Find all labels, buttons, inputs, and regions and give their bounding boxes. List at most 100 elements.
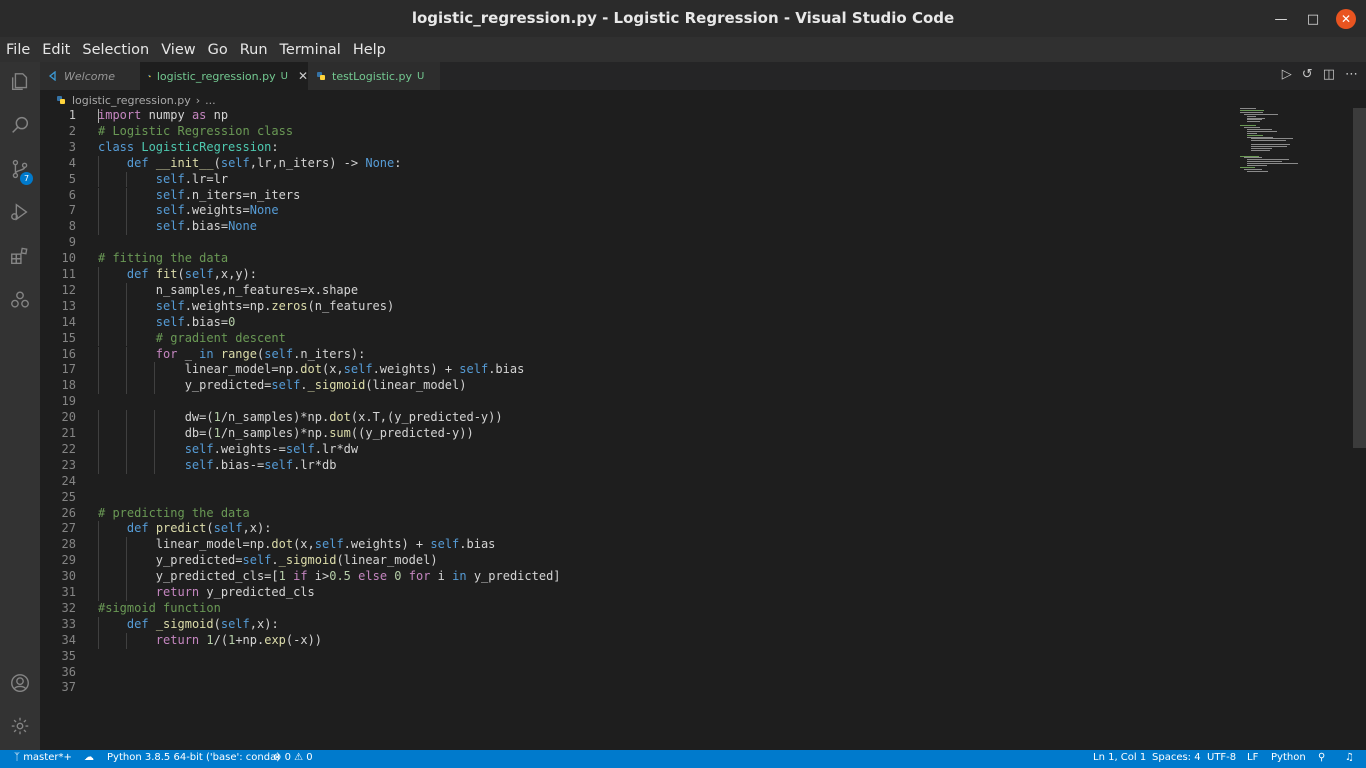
indent-guide bbox=[98, 219, 99, 236]
menu-help[interactable]: Help bbox=[353, 42, 386, 58]
end-of-line[interactable]: LF bbox=[1247, 752, 1258, 763]
code-line[interactable]: 15 # gradient descent bbox=[40, 331, 1240, 347]
menu-edit[interactable]: Edit bbox=[42, 42, 70, 58]
minimap[interactable] bbox=[1240, 108, 1352, 178]
code-line[interactable]: 10 # fitting the data bbox=[40, 251, 1240, 267]
code-line[interactable]: 32 #sigmoid function bbox=[40, 601, 1240, 617]
code-line[interactable]: 28 linear_model=np.dot(x,self.weights) +… bbox=[40, 537, 1240, 553]
code-line[interactable]: 5 self.lr=lr bbox=[40, 172, 1240, 188]
code-line[interactable]: 29 y_predicted=self._sigmoid(linear_mode… bbox=[40, 553, 1240, 569]
close-tab-icon[interactable]: ✕ bbox=[298, 69, 308, 83]
tab-label: testLogistic.py bbox=[332, 69, 412, 83]
split-editor-icon[interactable]: ◫ bbox=[1323, 67, 1335, 82]
code-editor[interactable]: 1 import numpy as np 2 # Logistic Regressio… bbox=[40, 108, 1240, 748]
code-line[interactable]: 11 def fit(self,x,y): bbox=[40, 267, 1240, 283]
breadcrumb-file[interactable]: logistic_regression.py bbox=[72, 94, 191, 107]
sync-icon[interactable]: ☁ bbox=[84, 752, 94, 763]
search-icon[interactable] bbox=[0, 105, 40, 145]
account-icon[interactable] bbox=[0, 663, 40, 703]
tab-welcome[interactable]: Welcome bbox=[40, 62, 140, 90]
code-line[interactable]: 16 for _ in range(self.n_iters): bbox=[40, 347, 1240, 363]
indent-guide bbox=[98, 632, 99, 649]
close-window-icon[interactable]: ✕ bbox=[1336, 9, 1356, 29]
code-line[interactable]: 30 y_predicted_cls=[1 if i>0.5 else 0 fo… bbox=[40, 569, 1240, 585]
open-changes-icon[interactable]: ↺ bbox=[1302, 67, 1313, 82]
code-line[interactable]: 34 return 1/(1+np.exp(-x)) bbox=[40, 633, 1240, 649]
menu-view[interactable]: View bbox=[161, 42, 195, 58]
code-line[interactable]: 18 y_predicted=self._sigmoid(linear_mode… bbox=[40, 378, 1240, 394]
code-line[interactable]: 37 bbox=[40, 680, 1240, 696]
branch-status[interactable]: ᛉ master*+ bbox=[14, 752, 72, 763]
code-line[interactable]: 25 bbox=[40, 490, 1240, 506]
remote-explorer-icon[interactable] bbox=[0, 280, 40, 320]
code-line[interactable]: 24 bbox=[40, 474, 1240, 490]
tab-logistic-regression[interactable]: logistic_regression.py U ✕ bbox=[140, 62, 308, 90]
code-line[interactable]: 17 linear_model=np.dot(x,self.weights) +… bbox=[40, 362, 1240, 378]
vertical-scrollbar[interactable] bbox=[1353, 108, 1366, 448]
indent-guide bbox=[126, 282, 128, 299]
code-line[interactable]: 9 bbox=[40, 235, 1240, 251]
language-mode[interactable]: Python bbox=[1271, 752, 1306, 763]
extensions-icon[interactable] bbox=[0, 236, 40, 276]
minimap-line bbox=[1250, 146, 1287, 147]
code-line[interactable]: 35 bbox=[40, 649, 1240, 665]
problems-status[interactable]: ⊗ 0 ⚠ 0 bbox=[273, 752, 313, 763]
indent-guide bbox=[154, 362, 156, 379]
encoding[interactable]: UTF-8 bbox=[1207, 752, 1236, 763]
code-line[interactable]: 6 self.n_iters=n_iters bbox=[40, 188, 1240, 204]
code-line[interactable]: 13 self.weights=np.zeros(n_features) bbox=[40, 299, 1240, 315]
code-line[interactable]: 21 db=(1/n_samples)*np.sum((y_predicted-… bbox=[40, 426, 1240, 442]
menu-selection[interactable]: Selection bbox=[82, 42, 149, 58]
code-line[interactable]: 14 self.bias=0 bbox=[40, 315, 1240, 331]
line-number: 29 bbox=[61, 553, 76, 568]
code-line[interactable]: 1 import numpy as np bbox=[40, 108, 1240, 124]
code-text: for _ in range(self.n_iters): bbox=[155, 346, 366, 361]
source-control-icon[interactable]: 7 bbox=[0, 149, 40, 189]
code-line[interactable]: 33 def _sigmoid(self,x): bbox=[40, 617, 1240, 633]
maximize-icon[interactable]: □ bbox=[1302, 8, 1324, 30]
indent-guide bbox=[154, 426, 156, 442]
minimap-line bbox=[1250, 144, 1291, 146]
tab-test-logistic[interactable]: testLogistic.py U bbox=[308, 62, 440, 90]
explorer-icon[interactable] bbox=[0, 62, 40, 102]
code-line[interactable]: 8 self.bias=None bbox=[40, 219, 1240, 235]
code-line[interactable]: 3 class LogisticRegression: bbox=[40, 140, 1240, 156]
indentation[interactable]: Spaces: 4 bbox=[1152, 752, 1201, 763]
line-number: 5 bbox=[68, 171, 76, 186]
more-actions-icon[interactable]: ⋯ bbox=[1345, 67, 1358, 82]
python-interpreter[interactable]: Python 3.8.5 64-bit ('base': conda) bbox=[107, 752, 280, 763]
code-line[interactable]: 26 # predicting the data bbox=[40, 506, 1240, 522]
minimap-line bbox=[1243, 127, 1260, 128]
live-share-icon[interactable]: ⚲ bbox=[1318, 752, 1325, 763]
code-line[interactable]: 27 def predict(self,x): bbox=[40, 521, 1240, 537]
minimize-icon[interactable]: — bbox=[1270, 8, 1292, 30]
code-line[interactable]: 31 return y_predicted_cls bbox=[40, 585, 1240, 601]
breadcrumb-symbol[interactable]: ... bbox=[205, 94, 216, 107]
code-line[interactable]: 22 self.weights-=self.lr*dw bbox=[40, 442, 1240, 458]
code-line[interactable]: 19 bbox=[40, 394, 1240, 410]
indent-guide bbox=[98, 171, 99, 188]
code-line[interactable]: 12 n_samples,n_features=x.shape bbox=[40, 283, 1240, 299]
cursor-position[interactable]: Ln 1, Col 1 bbox=[1093, 752, 1146, 763]
indent-guide bbox=[126, 457, 128, 474]
run-debug-icon[interactable] bbox=[0, 192, 40, 232]
run-file-icon[interactable]: ▷ bbox=[1282, 67, 1292, 82]
menu-terminal[interactable]: Terminal bbox=[280, 42, 341, 58]
code-line[interactable]: 7 self.weights=None bbox=[40, 203, 1240, 219]
menu-go[interactable]: Go bbox=[208, 42, 228, 58]
minimap-line bbox=[1247, 130, 1277, 132]
settings-gear-icon[interactable] bbox=[0, 706, 40, 746]
line-number: 16 bbox=[61, 346, 76, 361]
code-line[interactable]: 2 # Logistic Regression class bbox=[40, 124, 1240, 140]
code-line[interactable]: 36 bbox=[40, 665, 1240, 681]
menu-file[interactable]: File bbox=[6, 42, 30, 58]
line-number: 12 bbox=[61, 282, 76, 297]
code-line[interactable]: 4 def __init__(self,lr,n_iters) -> None: bbox=[40, 156, 1240, 172]
indent-guide bbox=[98, 521, 99, 538]
code-line[interactable]: 23 self.bias-=self.lr*db bbox=[40, 458, 1240, 474]
minimap-line bbox=[1240, 108, 1257, 109]
line-number: 20 bbox=[61, 410, 76, 425]
menu-run[interactable]: Run bbox=[240, 42, 268, 58]
code-line[interactable]: 20 dw=(1/n_samples)*np.dot(x.T,(y_predic… bbox=[40, 410, 1240, 426]
notifications-bell-icon[interactable]: ♫ bbox=[1345, 752, 1354, 763]
